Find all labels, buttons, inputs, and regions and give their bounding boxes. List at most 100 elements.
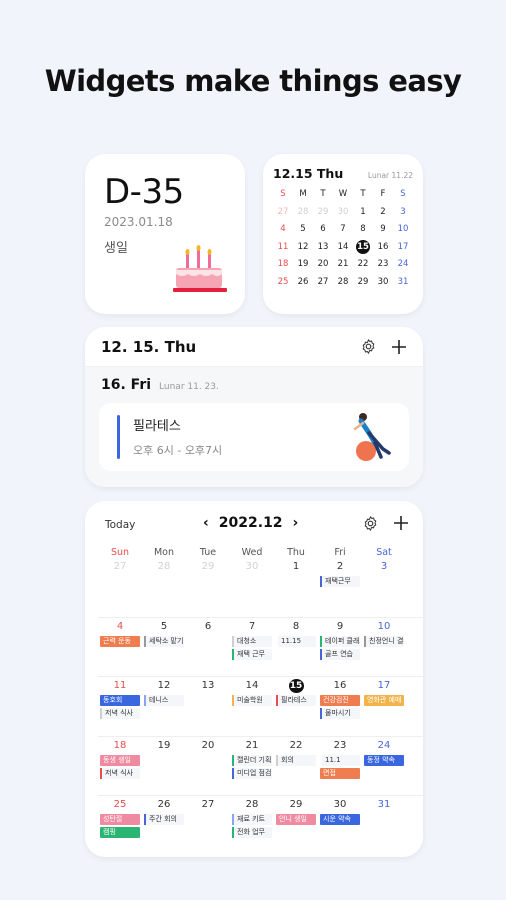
mini-calendar-day[interactable]: 6 [313, 222, 333, 237]
calendar-event-chip[interactable]: 테이퍼 클래스 [320, 635, 360, 647]
dday-widget[interactable]: D-35 2023.01.18 생일 [85, 154, 245, 314]
month-day-cell[interactable]: 13 [186, 677, 230, 736]
prev-month-icon[interactable]: ‹ [203, 515, 209, 531]
calendar-event-chip[interactable]: 저녁 식사 [100, 767, 140, 779]
month-day-cell[interactable]: 19 [142, 737, 186, 796]
calendar-event-chip[interactable]: 친정언니 결혼식 [364, 635, 404, 647]
calendar-event-chip[interactable]: 회의 [276, 754, 316, 766]
month-day-cell[interactable]: 6 [186, 618, 230, 677]
calendar-event-chip[interactable]: 필라테스 [276, 695, 316, 706]
mini-calendar-day[interactable]: 23 [373, 257, 393, 272]
settings-gear-icon[interactable] [360, 338, 377, 355]
calendar-event-chip[interactable]: 캠핑 [100, 827, 140, 838]
month-day-cell[interactable]: 29 언니 생일 [274, 796, 318, 856]
mini-calendar-day[interactable]: 21 [333, 257, 353, 272]
calendar-event-chip[interactable]: 미디업 점검 [232, 767, 272, 779]
month-day-cell[interactable]: 17 영화관 예매 [362, 677, 406, 736]
calendar-event-chip[interactable]: 대청소 [232, 635, 272, 647]
calendar-event-chip[interactable]: 건강검진 [320, 695, 360, 706]
month-day-cell[interactable]: 15 필라테스 [274, 677, 318, 736]
add-icon[interactable] [391, 339, 407, 355]
mini-calendar-day[interactable]: 4 [273, 222, 293, 237]
agenda-event-card[interactable]: 필라테스 오후 6시 - 오후7시 [99, 403, 409, 471]
mini-calendar-day[interactable]: 29 [313, 205, 333, 220]
month-day-cell[interactable]: 22 회의 [274, 737, 318, 796]
month-day-cell[interactable]: 18 동생 생일 저녁 식사 [98, 737, 142, 796]
mini-calendar-day[interactable]: 15 [353, 239, 373, 255]
agenda-widget[interactable]: 12. 15. Thu 16. Fri Lunar 11. 23. 필라테스 오… [85, 327, 423, 487]
calendar-event-chip[interactable]: 동호회 [100, 695, 140, 706]
mini-calendar-day[interactable]: 8 [353, 222, 373, 237]
month-day-cell[interactable]: 27 [186, 796, 230, 856]
mini-calendar-day[interactable]: 20 [313, 257, 333, 272]
calendar-event-chip[interactable]: 재택 근무 [232, 648, 272, 660]
today-button[interactable]: Today [105, 519, 135, 531]
month-day-cell[interactable]: 7 대청소 재택 근무 [230, 618, 274, 677]
month-day-cell[interactable]: 24 동정 약속 [362, 737, 406, 796]
calendar-event-chip[interactable]: 동생 생일 [100, 754, 140, 766]
mini-calendar-day[interactable]: 26 [293, 275, 313, 290]
month-day-cell[interactable]: 27 [98, 558, 142, 617]
mini-calendar-day[interactable]: 1 [353, 205, 373, 220]
calendar-event-chip[interactable]: 시운 약속 [320, 814, 360, 825]
calendar-event-chip[interactable]: 테니스 [144, 695, 184, 706]
mini-calendar-day[interactable]: 28 [293, 205, 313, 220]
month-day-cell[interactable]: 14 미술학원 [230, 677, 274, 736]
calendar-event-chip[interactable]: 언니 생일 [276, 814, 316, 825]
month-day-cell[interactable]: 23 11.1 면접 [318, 737, 362, 796]
month-day-cell[interactable]: 4 근력 운동 [98, 618, 142, 677]
month-day-cell[interactable]: 16 건강검진 물마시기 [318, 677, 362, 736]
mini-calendar-day[interactable]: 27 [273, 205, 293, 220]
month-day-cell[interactable]: 31 [362, 796, 406, 856]
month-day-cell[interactable]: 28 재료 키트 전화 업무 [230, 796, 274, 856]
month-day-cell[interactable]: 30 [230, 558, 274, 617]
mini-calendar-day[interactable]: 10 [393, 222, 413, 237]
mini-calendar-day[interactable]: 9 [373, 222, 393, 237]
mini-calendar-day[interactable]: 30 [373, 275, 393, 290]
calendar-event-chip[interactable]: 물마시기 [320, 708, 360, 719]
calendar-event-chip[interactable]: 저녁 식사 [100, 708, 140, 719]
mini-calendar-day[interactable]: 13 [313, 240, 333, 255]
month-day-cell[interactable]: 1 [274, 558, 318, 617]
month-day-cell[interactable]: 29 [186, 558, 230, 617]
mini-calendar-day[interactable]: 3 [393, 205, 413, 220]
calendar-event-chip[interactable]: 전화 업무 [232, 827, 272, 838]
mini-calendar-day[interactable]: 25 [273, 275, 293, 290]
calendar-event-chip[interactable]: 주간 회의 [144, 814, 184, 825]
month-day-cell[interactable]: 12 테니스 [142, 677, 186, 736]
month-day-cell[interactable]: 30 시운 약속 [318, 796, 362, 856]
mini-calendar-day[interactable]: 27 [313, 275, 333, 290]
month-day-cell[interactable]: 8 11.15 [274, 618, 318, 677]
mini-calendar-day[interactable]: 5 [293, 222, 313, 237]
month-day-cell[interactable]: 20 [186, 737, 230, 796]
month-day-cell[interactable]: 5 세탁소 맡기 [142, 618, 186, 677]
calendar-event-chip[interactable]: 재택근무 [320, 576, 360, 587]
calendar-event-chip[interactable]: 11.1 [320, 754, 360, 766]
calendar-event-chip[interactable]: 재료 키트 [232, 814, 272, 825]
mini-calendar-day[interactable]: 7 [333, 222, 353, 237]
calendar-event-chip[interactable]: 11.15 [276, 635, 316, 647]
mini-calendar-widget[interactable]: 12.15 Thu Lunar 11.22 S M T W T F S 27 28 29 30 1 2 3… [263, 154, 423, 314]
mini-calendar-day[interactable]: 22 [353, 257, 373, 272]
month-day-cell[interactable]: 2 재택근무 [318, 558, 362, 617]
mini-calendar-day[interactable]: 24 [393, 257, 413, 272]
mini-calendar-day[interactable]: 14 [333, 240, 353, 255]
calendar-event-chip[interactable]: 면접 [320, 767, 360, 779]
mini-calendar-day[interactable]: 29 [353, 275, 373, 290]
calendar-event-chip[interactable]: 골프 연습 [320, 648, 360, 660]
month-day-cell[interactable]: 3 [362, 558, 406, 617]
mini-calendar-day[interactable]: 30 [333, 205, 353, 220]
month-calendar-widget[interactable]: Today ‹ 2022.12 › Sun Mon Tue Wed Thu Fri Sat … [85, 501, 423, 857]
mini-calendar-day[interactable]: 28 [333, 275, 353, 290]
calendar-event-chip[interactable]: 캘린더 기획 [232, 754, 272, 766]
mini-calendar-day[interactable]: 19 [293, 257, 313, 272]
settings-gear-icon[interactable] [362, 515, 379, 532]
mini-calendar-day[interactable]: 11 [273, 240, 293, 255]
mini-calendar-day[interactable]: 16 [373, 240, 393, 255]
calendar-event-chip[interactable]: 미술학원 [232, 695, 272, 706]
calendar-event-chip[interactable]: 근력 운동 [100, 635, 140, 647]
month-day-cell[interactable]: 10 친정언니 결혼식 [362, 618, 406, 677]
month-day-cell[interactable]: 9 테이퍼 클래스골프 연습 [318, 618, 362, 677]
add-icon[interactable] [393, 515, 409, 531]
mini-calendar-day[interactable]: 12 [293, 240, 313, 255]
